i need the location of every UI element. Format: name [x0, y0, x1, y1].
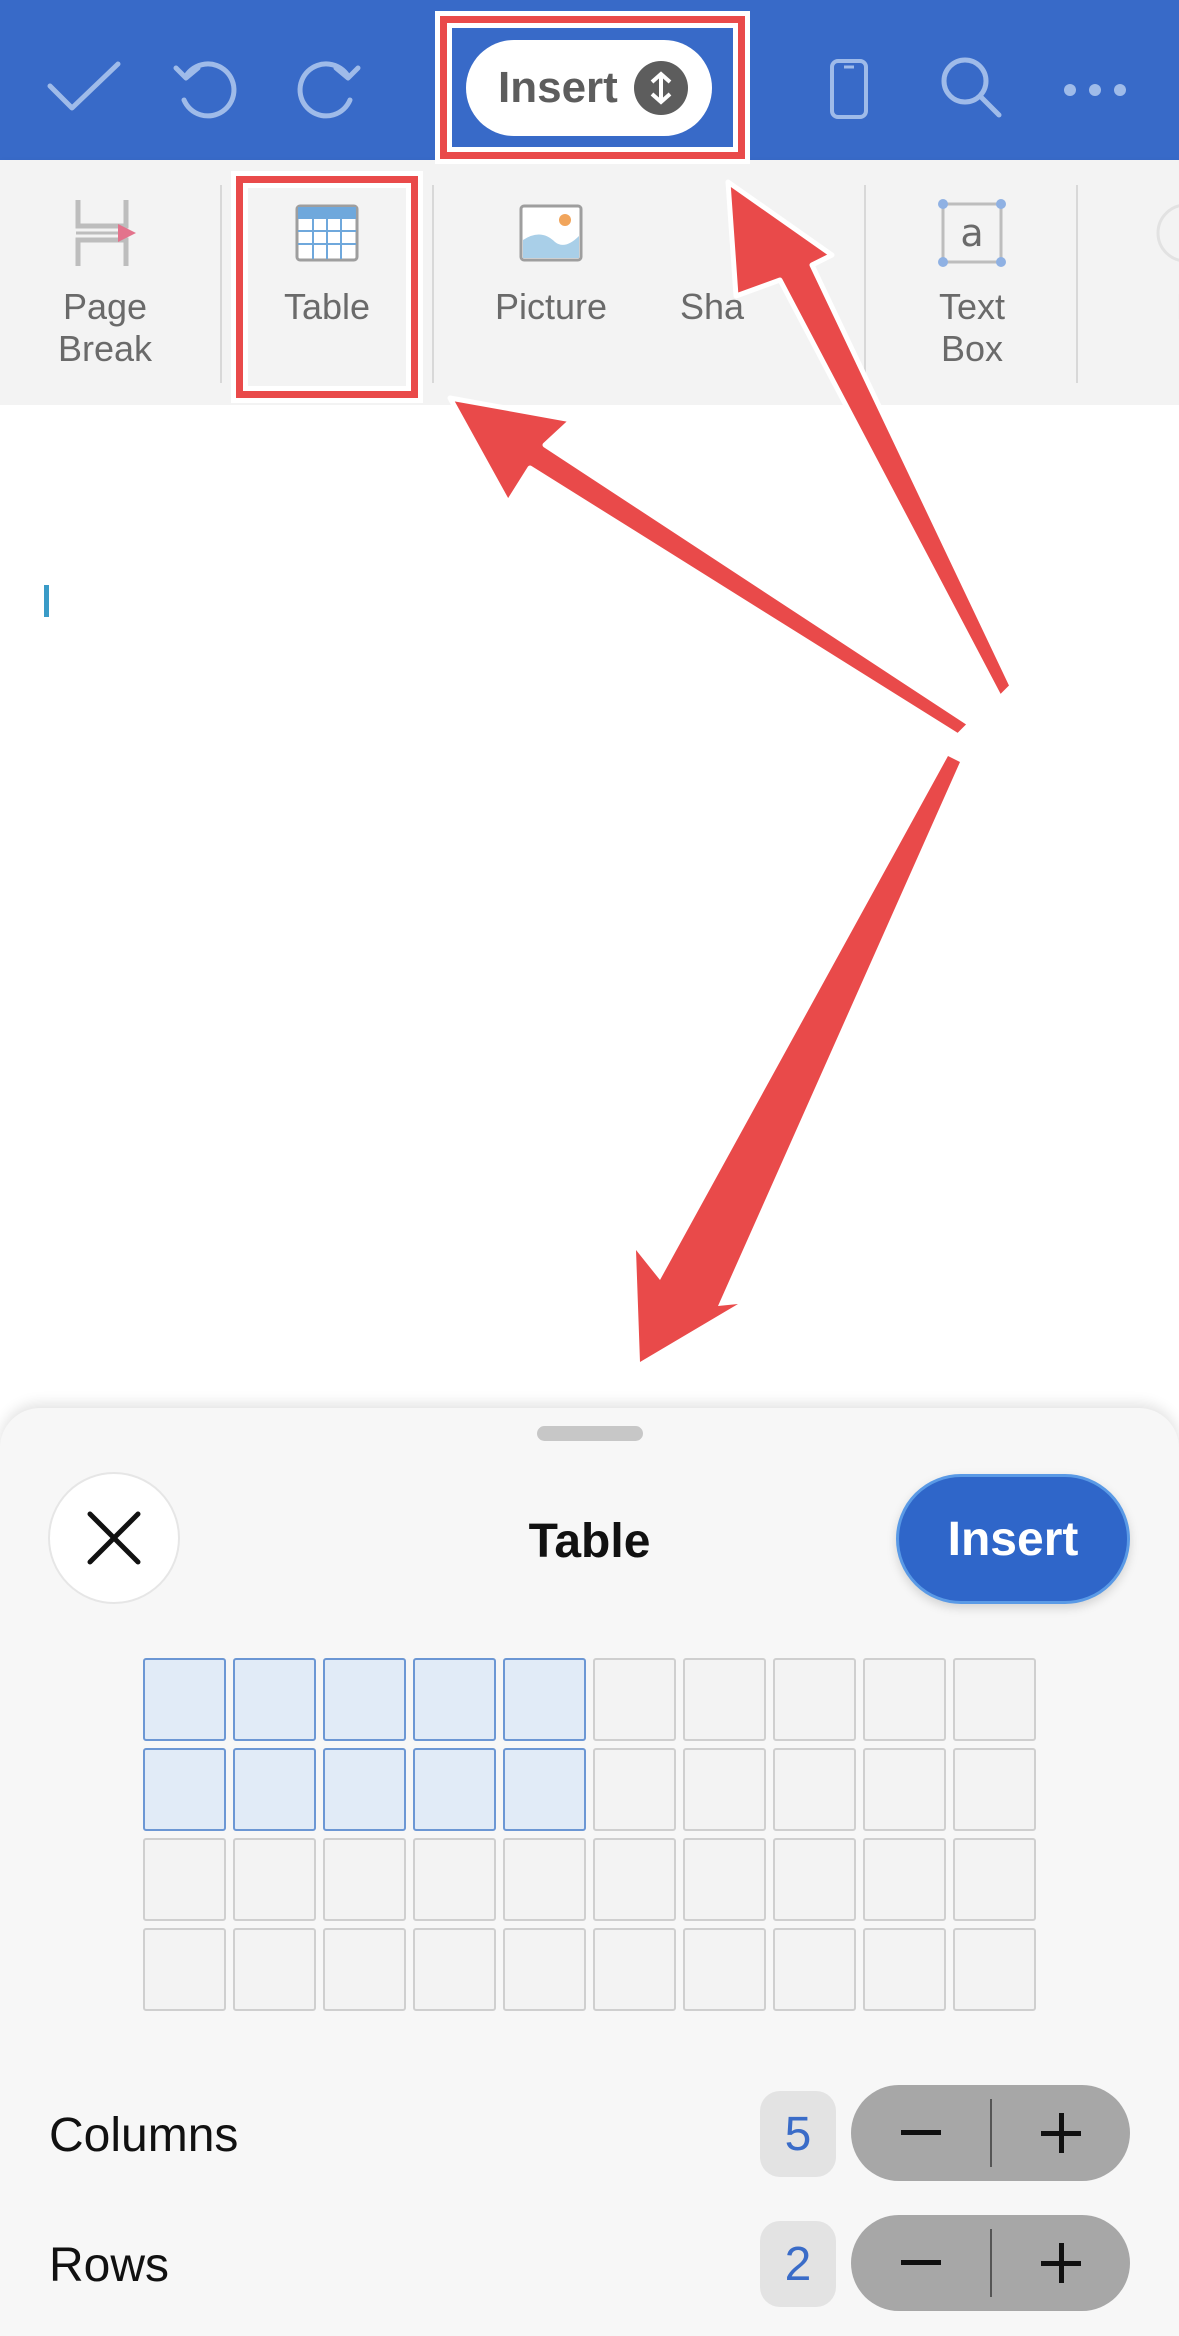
grid-cell[interactable] [863, 1658, 946, 1741]
ribbon-divider [432, 185, 434, 383]
grid-cell[interactable] [143, 1748, 226, 1831]
ribbon-picture-button[interactable]: Picture [466, 160, 636, 405]
plus-icon [1040, 2243, 1081, 2283]
text-box-icon: a [937, 198, 1007, 268]
text-cursor [44, 585, 49, 617]
grid-cell[interactable] [233, 1928, 316, 2011]
grid-cell[interactable] [143, 1928, 226, 2011]
grid-cell[interactable] [863, 1748, 946, 1831]
ribbon-shapes-button[interactable]: Sha [680, 160, 800, 405]
grid-cell[interactable] [683, 1838, 766, 1921]
table-bottom-sheet: Table Insert Columns 5 Rows 2 [0, 1408, 1179, 2336]
picture-icon [516, 198, 586, 268]
grid-cell[interactable] [413, 1658, 496, 1741]
table-size-grid[interactable] [143, 1658, 1038, 2018]
grid-cell[interactable] [503, 1658, 586, 1741]
redo-icon[interactable] [290, 52, 366, 128]
svg-text:a: a [960, 211, 983, 255]
insert-ribbon: Page Break Table Picture Sha a Text Box … [0, 160, 1179, 405]
grid-cell[interactable] [683, 1748, 766, 1831]
grid-cell[interactable] [413, 1838, 496, 1921]
minus-icon [900, 2130, 941, 2135]
ribbon-item-label: Text Box [938, 286, 1006, 369]
grid-cell[interactable] [323, 1748, 406, 1831]
rows-decrement-button[interactable] [851, 2215, 990, 2311]
grid-cell[interactable] [143, 1838, 226, 1921]
grid-cell[interactable] [503, 1838, 586, 1921]
shapes-icon [680, 198, 750, 268]
columns-stepper [851, 2085, 1130, 2181]
grid-cell[interactable] [773, 1748, 856, 1831]
grid-cell[interactable] [953, 1658, 1036, 1741]
columns-value: 5 [760, 2091, 836, 2177]
ribbon-page-break-button[interactable]: Page Break [20, 160, 190, 405]
grid-cell[interactable] [953, 1838, 1036, 1921]
grid-cell[interactable] [683, 1928, 766, 2011]
columns-decrement-button[interactable] [851, 2085, 990, 2181]
columns-label: Columns [49, 2109, 239, 2162]
link-icon [1151, 198, 1179, 268]
grid-cell[interactable] [953, 1748, 1036, 1831]
grid-cell[interactable] [323, 1658, 406, 1741]
rows-stepper [851, 2215, 1130, 2311]
rows-increment-button[interactable] [991, 2215, 1130, 2311]
grid-cell[interactable] [953, 1928, 1036, 2011]
grid-cell[interactable] [593, 1838, 676, 1921]
grid-cell[interactable] [683, 1658, 766, 1741]
grid-cell[interactable] [593, 1928, 676, 2011]
rows-label: Rows [49, 2239, 170, 2292]
grid-cell[interactable] [503, 1928, 586, 2011]
highlight-table-button [236, 176, 418, 398]
grid-cell[interactable] [323, 1838, 406, 1921]
minus-icon [900, 2260, 941, 2265]
plus-icon [1040, 2113, 1081, 2153]
ribbon-link-button[interactable]: L [1126, 160, 1179, 405]
grid-cell[interactable] [233, 1838, 316, 1921]
insert-table-button[interactable]: Insert [896, 1474, 1130, 1604]
grid-cell[interactable] [593, 1748, 676, 1831]
phone-icon[interactable] [824, 56, 874, 122]
grid-cell[interactable] [233, 1658, 316, 1741]
grid-cell[interactable] [413, 1748, 496, 1831]
grid-cell[interactable] [413, 1928, 496, 2011]
more-icon[interactable] [1060, 78, 1130, 102]
grid-cell[interactable] [863, 1928, 946, 2011]
grid-cell[interactable] [233, 1748, 316, 1831]
ribbon-item-label: Picture [494, 286, 608, 327]
grid-cell[interactable] [143, 1658, 226, 1741]
highlight-insert-mode [440, 16, 745, 159]
ribbon-divider [1076, 185, 1078, 383]
grid-cell[interactable] [503, 1748, 586, 1831]
grid-cell[interactable] [323, 1928, 406, 2011]
ribbon-divider [220, 185, 222, 383]
grid-cell[interactable] [863, 1838, 946, 1921]
rows-value: 2 [760, 2221, 836, 2307]
undo-icon[interactable] [168, 52, 244, 128]
ribbon-item-label: Sha [680, 286, 745, 327]
grid-cell[interactable] [593, 1658, 676, 1741]
sheet-grabber[interactable] [537, 1426, 643, 1441]
columns-increment-button[interactable] [991, 2085, 1130, 2181]
grid-cell[interactable] [773, 1928, 856, 2011]
checkmark-icon[interactable] [44, 56, 124, 116]
grid-cell[interactable] [773, 1658, 856, 1741]
search-icon[interactable] [938, 54, 1004, 120]
ribbon-item-label: Page Break [57, 286, 153, 369]
grid-cell[interactable] [773, 1838, 856, 1921]
ribbon-divider [864, 185, 866, 383]
page-break-icon [70, 198, 140, 268]
ribbon-text-box-button[interactable]: a Text Box [887, 160, 1057, 405]
document-canvas[interactable] [0, 405, 1179, 1405]
